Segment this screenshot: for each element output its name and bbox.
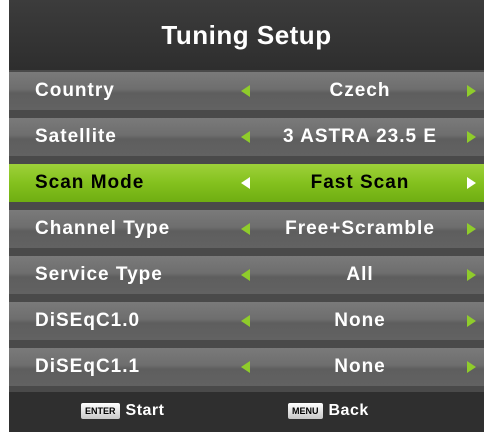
arrow-right-icon[interactable] bbox=[467, 177, 476, 189]
footer-hints: ENTER Start MENU Back bbox=[9, 392, 484, 432]
arrow-left-icon[interactable] bbox=[241, 177, 250, 189]
row-label: DiSEqC1.1 bbox=[35, 356, 141, 377]
row-label: Scan Mode bbox=[35, 172, 145, 193]
row-scan-mode[interactable]: Scan Mode Fast Scan bbox=[9, 164, 484, 202]
row-service-type[interactable]: Service Type All bbox=[9, 256, 484, 294]
row-satellite[interactable]: Satellite 3 ASTRA 23.5 E bbox=[9, 118, 484, 156]
row-label: DiSEqC1.0 bbox=[35, 310, 141, 331]
row-channel-type[interactable]: Channel Type Free+Scramble bbox=[9, 210, 484, 248]
arrow-right-icon[interactable] bbox=[467, 131, 476, 143]
arrow-left-icon[interactable] bbox=[241, 361, 250, 373]
back-hint[interactable]: MENU Back bbox=[288, 402, 369, 420]
arrow-right-icon[interactable] bbox=[467, 315, 476, 327]
row-value: None bbox=[334, 310, 386, 331]
start-hint[interactable]: ENTER Start bbox=[81, 402, 164, 420]
row-label: Satellite bbox=[35, 126, 117, 147]
arrow-right-icon[interactable] bbox=[467, 361, 476, 373]
menu-key-icon: MENU bbox=[288, 403, 323, 419]
row-country[interactable]: Country Czech bbox=[9, 72, 484, 110]
row-value: 3 ASTRA 23.5 E bbox=[282, 126, 438, 147]
arrow-left-icon[interactable] bbox=[241, 223, 250, 235]
back-label: Back bbox=[328, 402, 369, 419]
tuning-setup-panel: Tuning Setup Country Czech Satellite 3 A… bbox=[9, 0, 484, 432]
arrow-left-icon[interactable] bbox=[241, 315, 250, 327]
row-diseqc-1-1[interactable]: DiSEqC1.1 None bbox=[9, 348, 484, 386]
row-label: Channel Type bbox=[35, 218, 171, 239]
row-value: Free+Scramble bbox=[285, 218, 435, 239]
arrow-right-icon[interactable] bbox=[467, 85, 476, 97]
start-label: Start bbox=[125, 402, 165, 419]
arrow-right-icon[interactable] bbox=[467, 269, 476, 281]
row-value: All bbox=[346, 264, 374, 285]
row-label: Country bbox=[35, 80, 115, 101]
row-value: None bbox=[334, 356, 386, 377]
page-title: Tuning Setup bbox=[9, 0, 484, 70]
row-diseqc-1-0[interactable]: DiSEqC1.0 None bbox=[9, 302, 484, 340]
row-value: Czech bbox=[329, 80, 391, 101]
row-value: Fast Scan bbox=[310, 172, 410, 193]
arrow-left-icon[interactable] bbox=[241, 269, 250, 281]
arrow-left-icon[interactable] bbox=[241, 85, 250, 97]
arrow-left-icon[interactable] bbox=[241, 131, 250, 143]
arrow-right-icon[interactable] bbox=[467, 223, 476, 235]
enter-key-icon: ENTER bbox=[81, 403, 120, 419]
row-label: Service Type bbox=[35, 264, 163, 285]
